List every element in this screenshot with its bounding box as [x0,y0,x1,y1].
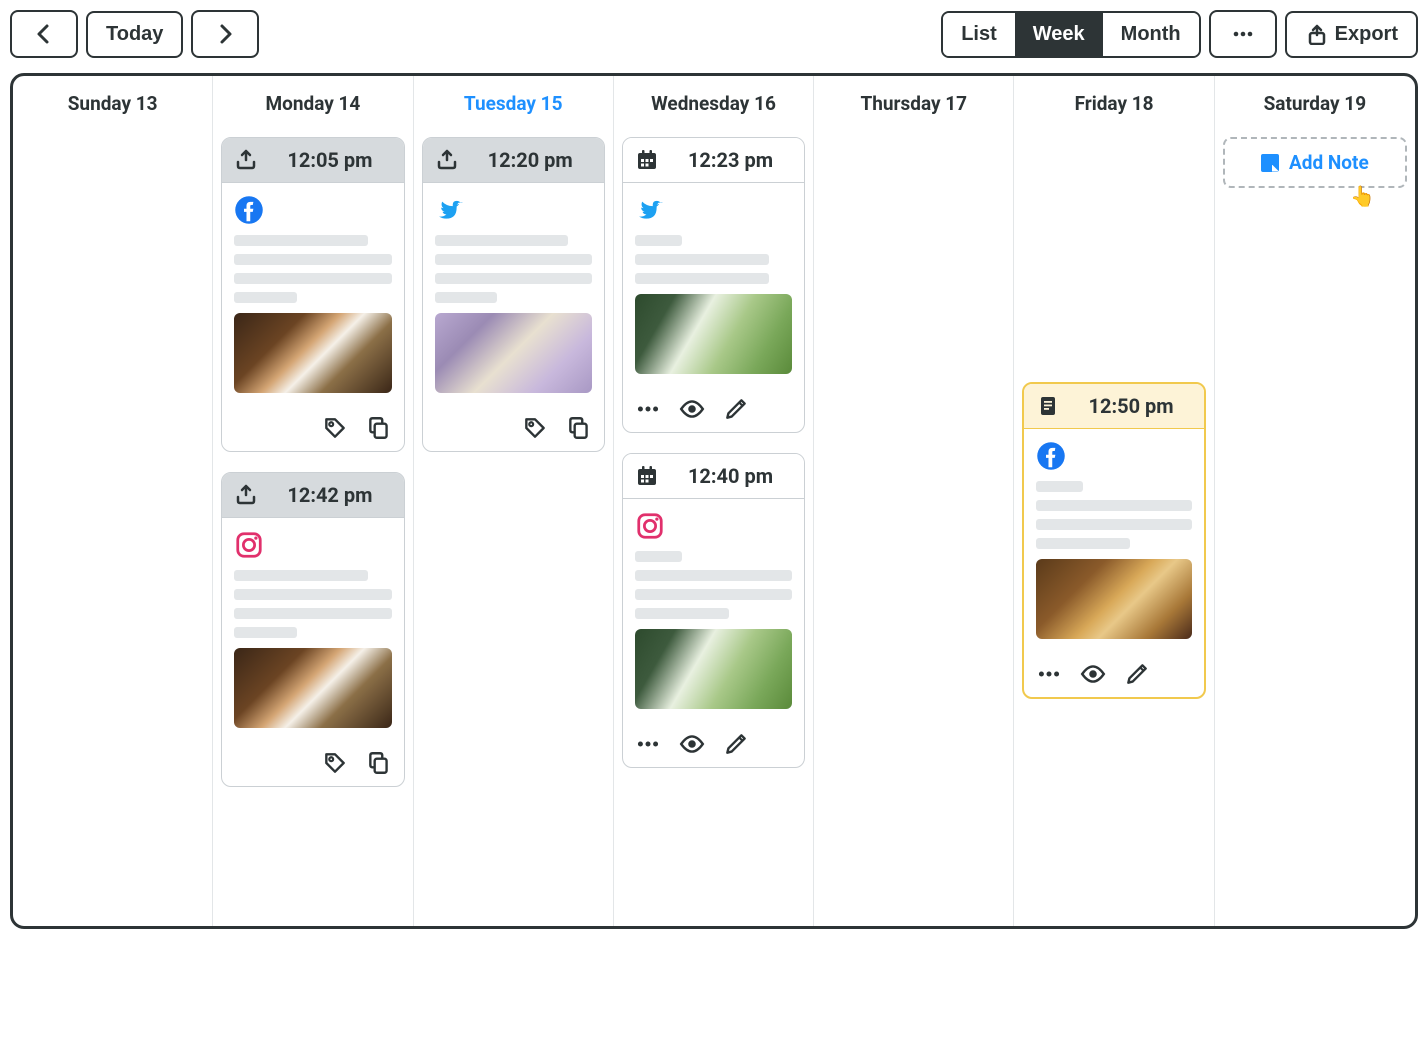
instagram-icon [234,530,264,560]
copy-icon[interactable] [366,750,392,776]
export-button[interactable]: Export [1285,11,1418,58]
card-header: 12:20 pm [423,138,604,183]
day-header: Tuesday 15 [414,76,613,131]
card-header: 12:42 pm [222,473,403,518]
post-card[interactable]: 12:23 pm [622,137,805,433]
day-header: Thursday 17 [814,76,1013,131]
pencil-icon[interactable] [723,396,749,422]
view-list[interactable]: List [943,13,1015,56]
day-col-saturday: Saturday 19 Add Note 👆 [1215,76,1415,926]
copy-icon[interactable] [566,415,592,441]
facebook-icon [234,195,264,225]
export-icon [1305,23,1327,45]
post-text-placeholder [234,235,391,303]
copy-icon[interactable] [366,415,392,441]
day-col-thursday: Thursday 17 [814,76,1014,926]
day-col-friday: Friday 18 12:50 pm [1014,76,1214,926]
cursor-hand-icon: 👆 [1350,184,1375,208]
post-text-placeholder [234,570,391,638]
prev-button[interactable] [10,10,78,58]
next-button[interactable] [191,10,259,58]
card-actions [423,405,604,451]
tag-icon[interactable] [322,750,348,776]
more-icon[interactable] [635,396,661,422]
arrow-left-icon [32,22,56,46]
upload-icon [234,483,258,507]
document-icon [1036,394,1060,418]
day-header: Wednesday 16 [614,76,813,131]
post-image [635,629,792,709]
twitter-icon [635,195,665,225]
post-card[interactable]: 12:20 pm [422,137,605,452]
day-header: Friday 18 [1014,76,1213,131]
eye-icon[interactable] [679,731,705,757]
instagram-icon [635,511,665,541]
day-col-sunday: Sunday 13 [13,76,213,926]
card-time: 12:05 pm [268,148,391,172]
more-button[interactable] [1209,10,1277,58]
calendar-icon [635,464,659,488]
post-image [435,313,592,393]
today-button[interactable]: Today [86,11,183,58]
card-header: 12:05 pm [222,138,403,183]
card-actions [623,721,804,767]
view-toggle: List Week Month [941,11,1200,58]
post-image [635,294,792,374]
post-card[interactable]: 12:05 pm [221,137,404,452]
card-actions [1024,651,1203,697]
eye-icon[interactable] [1080,661,1106,687]
post-text-placeholder [635,235,792,284]
post-text-placeholder [435,235,592,303]
post-image [234,648,391,728]
tag-icon[interactable] [522,415,548,441]
view-week[interactable]: Week [1015,13,1103,56]
post-card[interactable]: 12:40 pm [622,453,805,768]
post-image [234,313,391,393]
eye-icon[interactable] [679,396,705,422]
upload-icon [234,148,258,172]
card-actions [222,740,403,786]
card-time: 12:42 pm [268,483,391,507]
card-header: 12:40 pm [623,454,804,499]
card-time: 12:50 pm [1070,394,1191,418]
day-header: Sunday 13 [13,76,212,131]
card-header: 12:50 pm [1024,384,1203,429]
pencil-icon[interactable] [723,731,749,757]
card-actions [623,386,804,432]
day-header: Monday 14 [213,76,412,131]
tag-icon[interactable] [322,415,348,441]
more-icon[interactable] [635,731,661,757]
pencil-icon[interactable] [1124,661,1150,687]
card-actions [222,405,403,451]
day-col-wednesday: Wednesday 16 12:23 pm [614,76,814,926]
add-note-label: Add Note [1289,151,1369,174]
post-text-placeholder [635,551,792,619]
card-time: 12:40 pm [669,464,792,488]
toolbar: Today List Week Month Export [10,10,1418,58]
add-note-button[interactable]: Add Note 👆 [1223,137,1407,188]
more-icon[interactable] [1036,661,1062,687]
post-card[interactable]: 12:50 pm [1022,382,1205,699]
day-header: Saturday 19 [1215,76,1415,131]
card-time: 12:23 pm [669,148,792,172]
calendar-icon [635,148,659,172]
upload-icon [435,148,459,172]
day-col-tuesday: Tuesday 15 12:20 pm [414,76,614,926]
view-month[interactable]: Month [1103,13,1199,56]
calendar: Sunday 13 Monday 14 12:05 pm [10,73,1418,929]
post-card[interactable]: 12:42 pm [221,472,404,787]
note-icon [1261,154,1279,172]
twitter-icon [435,195,465,225]
arrow-right-icon [213,22,237,46]
card-time: 12:20 pm [469,148,592,172]
more-icon [1231,22,1255,46]
card-header: 12:23 pm [623,138,804,183]
facebook-icon [1036,441,1066,471]
post-image [1036,559,1191,639]
post-text-placeholder [1036,481,1191,549]
export-label: Export [1335,23,1398,46]
day-col-monday: Monday 14 12:05 pm [213,76,413,926]
